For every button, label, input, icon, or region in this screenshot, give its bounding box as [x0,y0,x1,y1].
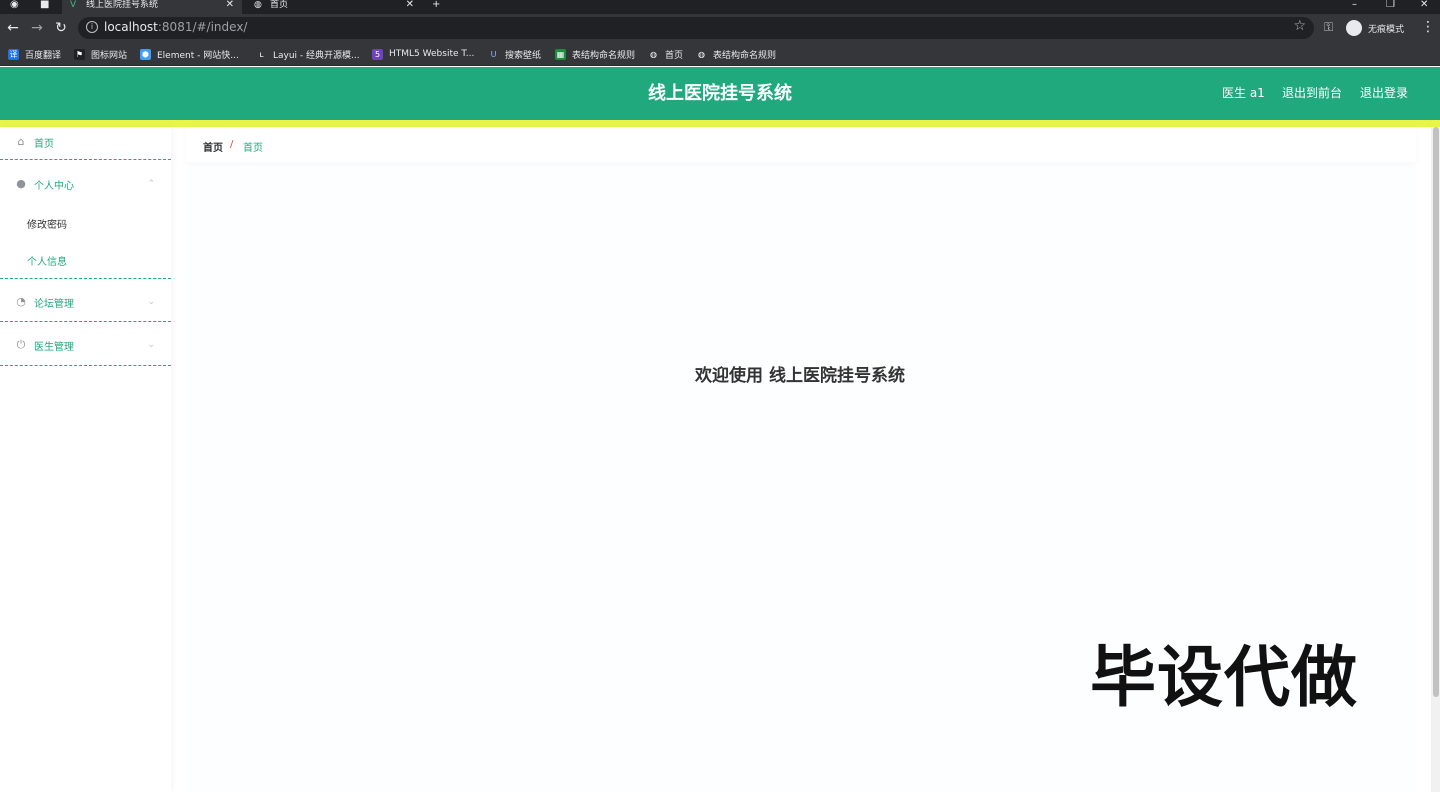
sidebar-item-doctor[interactable]: ⏻ 医生管理 ⌄ [0,336,171,354]
current-user: 医生 a1 [1222,86,1265,100]
gauge-icon: ◔ [16,295,26,308]
url-host: localhost [104,20,158,34]
header-accent-strip [0,120,1440,127]
window-close-icon[interactable]: ✕ [1420,0,1428,10]
chevron-down-icon: ⌄ [147,340,155,350]
bookmark-label: 表结构命名规则 [572,50,636,61]
power-icon: ⏻ [16,338,26,351]
close-icon[interactable]: ✕ [406,0,414,10]
tab-label: 首页 [270,0,289,10]
sidebar-item-label: 医生管理 [34,341,74,353]
browser-profile-icon[interactable]: ◉ [10,0,19,10]
vue-icon: V [70,0,77,10]
bookmark-star-icon[interactable]: ☆ [1293,18,1306,34]
tab-hospital-system[interactable]: V 线上医院挂号系统 ✕ [62,0,242,14]
bookmark-item[interactable]: 5 HTML5 Website T... [372,47,474,61]
sidebar-item-change-password[interactable]: 修改密码 [27,216,67,231]
bookmark-item[interactable]: ⬢ Element - 网站快... [140,47,239,61]
welcome-message: 欢迎使用 线上医院挂号系统 [695,366,905,386]
browser-tab-bar: ◉ ■ V 线上医院挂号系统 ✕ ◍ 首页 ✕ + – ❐ ✕ [0,0,1440,14]
tab-label: 线上医院挂号系统 [86,0,159,10]
bookmark-label: 表结构命名规则 [713,50,777,61]
tab-search-icon[interactable]: ■ [40,0,49,10]
minimize-icon[interactable]: – [1352,0,1357,10]
breadcrumb-current: 首页 [243,143,263,154]
wallpaper-icon: U [488,48,499,60]
bookmark-item[interactable]: ◍ 表结构命名规则 [696,47,776,61]
incognito-label: 无痕模式 [1368,24,1405,35]
key-icon[interactable]: ⚿ [1324,20,1333,35]
bookmark-item[interactable]: 译百度翻译 [8,47,61,61]
layui-icon: ʟ [256,48,267,60]
translate-icon: 译 [8,48,19,60]
logout-link[interactable]: 退出登录 [1360,67,1408,120]
html5-icon: 5 [372,48,383,60]
bookmark-label: Layui - 经典开源模... [273,50,360,61]
reload-icon[interactable]: ↻ [52,19,70,37]
globe-icon: ◍ [254,0,262,10]
forward-icon[interactable]: → [28,19,46,37]
sidebar-item-personal-center[interactable]: ● 个人中心 ⌃ [0,175,171,193]
app-header: 线上医院挂号系统 医生 a1 退出到前台 退出登录 [0,67,1440,120]
tab-home[interactable]: ◍ 首页 ✕ [246,0,422,14]
bookmark-label: Element - 网站快... [157,50,239,61]
incognito-indicator[interactable]: 无痕模式 [1346,19,1404,37]
chevron-down-icon: ⌄ [147,297,155,307]
globe-icon: ◍ [696,48,707,60]
bookmarks-bar: 译百度翻译 ⚑ 图标网站 ⬢ Element - 网站快... ʟ Layui - 经… [0,42,1440,66]
close-icon[interactable]: ✕ [226,0,234,10]
sidebar-item-label: 论坛管理 [34,298,74,310]
breadcrumb-separator: / [230,139,234,150]
bookmark-label: 首页 [665,50,684,61]
bookmark-item[interactable]: ▦ 表结构命名规则 [555,47,635,61]
chevron-up-icon: ⌃ [147,179,155,189]
globe-icon: ◍ [648,48,659,60]
bookmark-label: 搜索壁纸 [505,50,542,61]
bookmark-label: 图标网站 [91,50,128,61]
incognito-icon [1346,20,1362,36]
user-icon: ● [16,177,26,190]
bookmark-item[interactable]: ◍ 首页 [648,47,683,61]
sidebar-item-home[interactable]: ⌂ 首页 [0,133,171,151]
url-path: :8081/#/index/ [157,20,248,34]
back-icon[interactable]: ← [4,19,22,37]
browser-menu-icon[interactable]: ⋮ [1421,19,1435,35]
bookmark-label: HTML5 Website T... [389,49,475,59]
url-text[interactable]: localhost:8081/#/index/ [104,20,247,34]
bookmark-item[interactable]: U 搜索壁纸 [488,47,541,61]
sidebar-item-label: 个人中心 [34,180,74,192]
sidebar-item-label: 首页 [34,138,54,150]
sidebar-item-personal-info[interactable]: 个人信息 [27,253,67,268]
bookmark-label: 百度翻译 [25,50,62,61]
sidebar-divider [0,321,171,322]
element-icon: ⬢ [140,48,151,60]
scrollbar-thumb[interactable] [1433,127,1439,697]
sidebar-divider [0,278,171,279]
exit-to-frontend-link[interactable]: 退出到前台 [1282,67,1342,120]
sidebar-divider [0,365,171,366]
watermark-text: 毕设代做 [1090,639,1358,716]
address-bar[interactable]: i localhost:8081/#/index/ ☆ [78,17,1314,39]
flag-icon: ⚑ [74,48,85,60]
home-icon: ⌂ [17,135,25,148]
breadcrumb-root[interactable]: 首页 [203,139,223,154]
new-tab-button[interactable]: + [432,0,440,10]
page-scrollbar[interactable] [1431,127,1440,792]
bookmark-item[interactable]: ʟ Layui - 经典开源模... [256,47,360,61]
site-info-icon[interactable]: i [86,21,98,33]
breadcrumb: 首页 / 首页 [186,127,1416,162]
sidebar-divider [0,159,171,160]
maximize-icon[interactable]: ❐ [1386,0,1395,10]
sidebar-item-forum[interactable]: ◔ 论坛管理 ⌄ [0,293,171,311]
table-icon: ▦ [555,48,566,60]
browser-toolbar: ← → ↻ i localhost:8081/#/index/ ☆ ⚿ 无痕模式… [0,14,1440,42]
sidebar: ⌂ 首页 ● 个人中心 ⌃ 修改密码 个人信息 ◔ 论坛管理 ⌄ ⏻ 医生管理 … [0,127,171,792]
bookmark-item[interactable]: ⚑ 图标网站 [74,47,127,61]
